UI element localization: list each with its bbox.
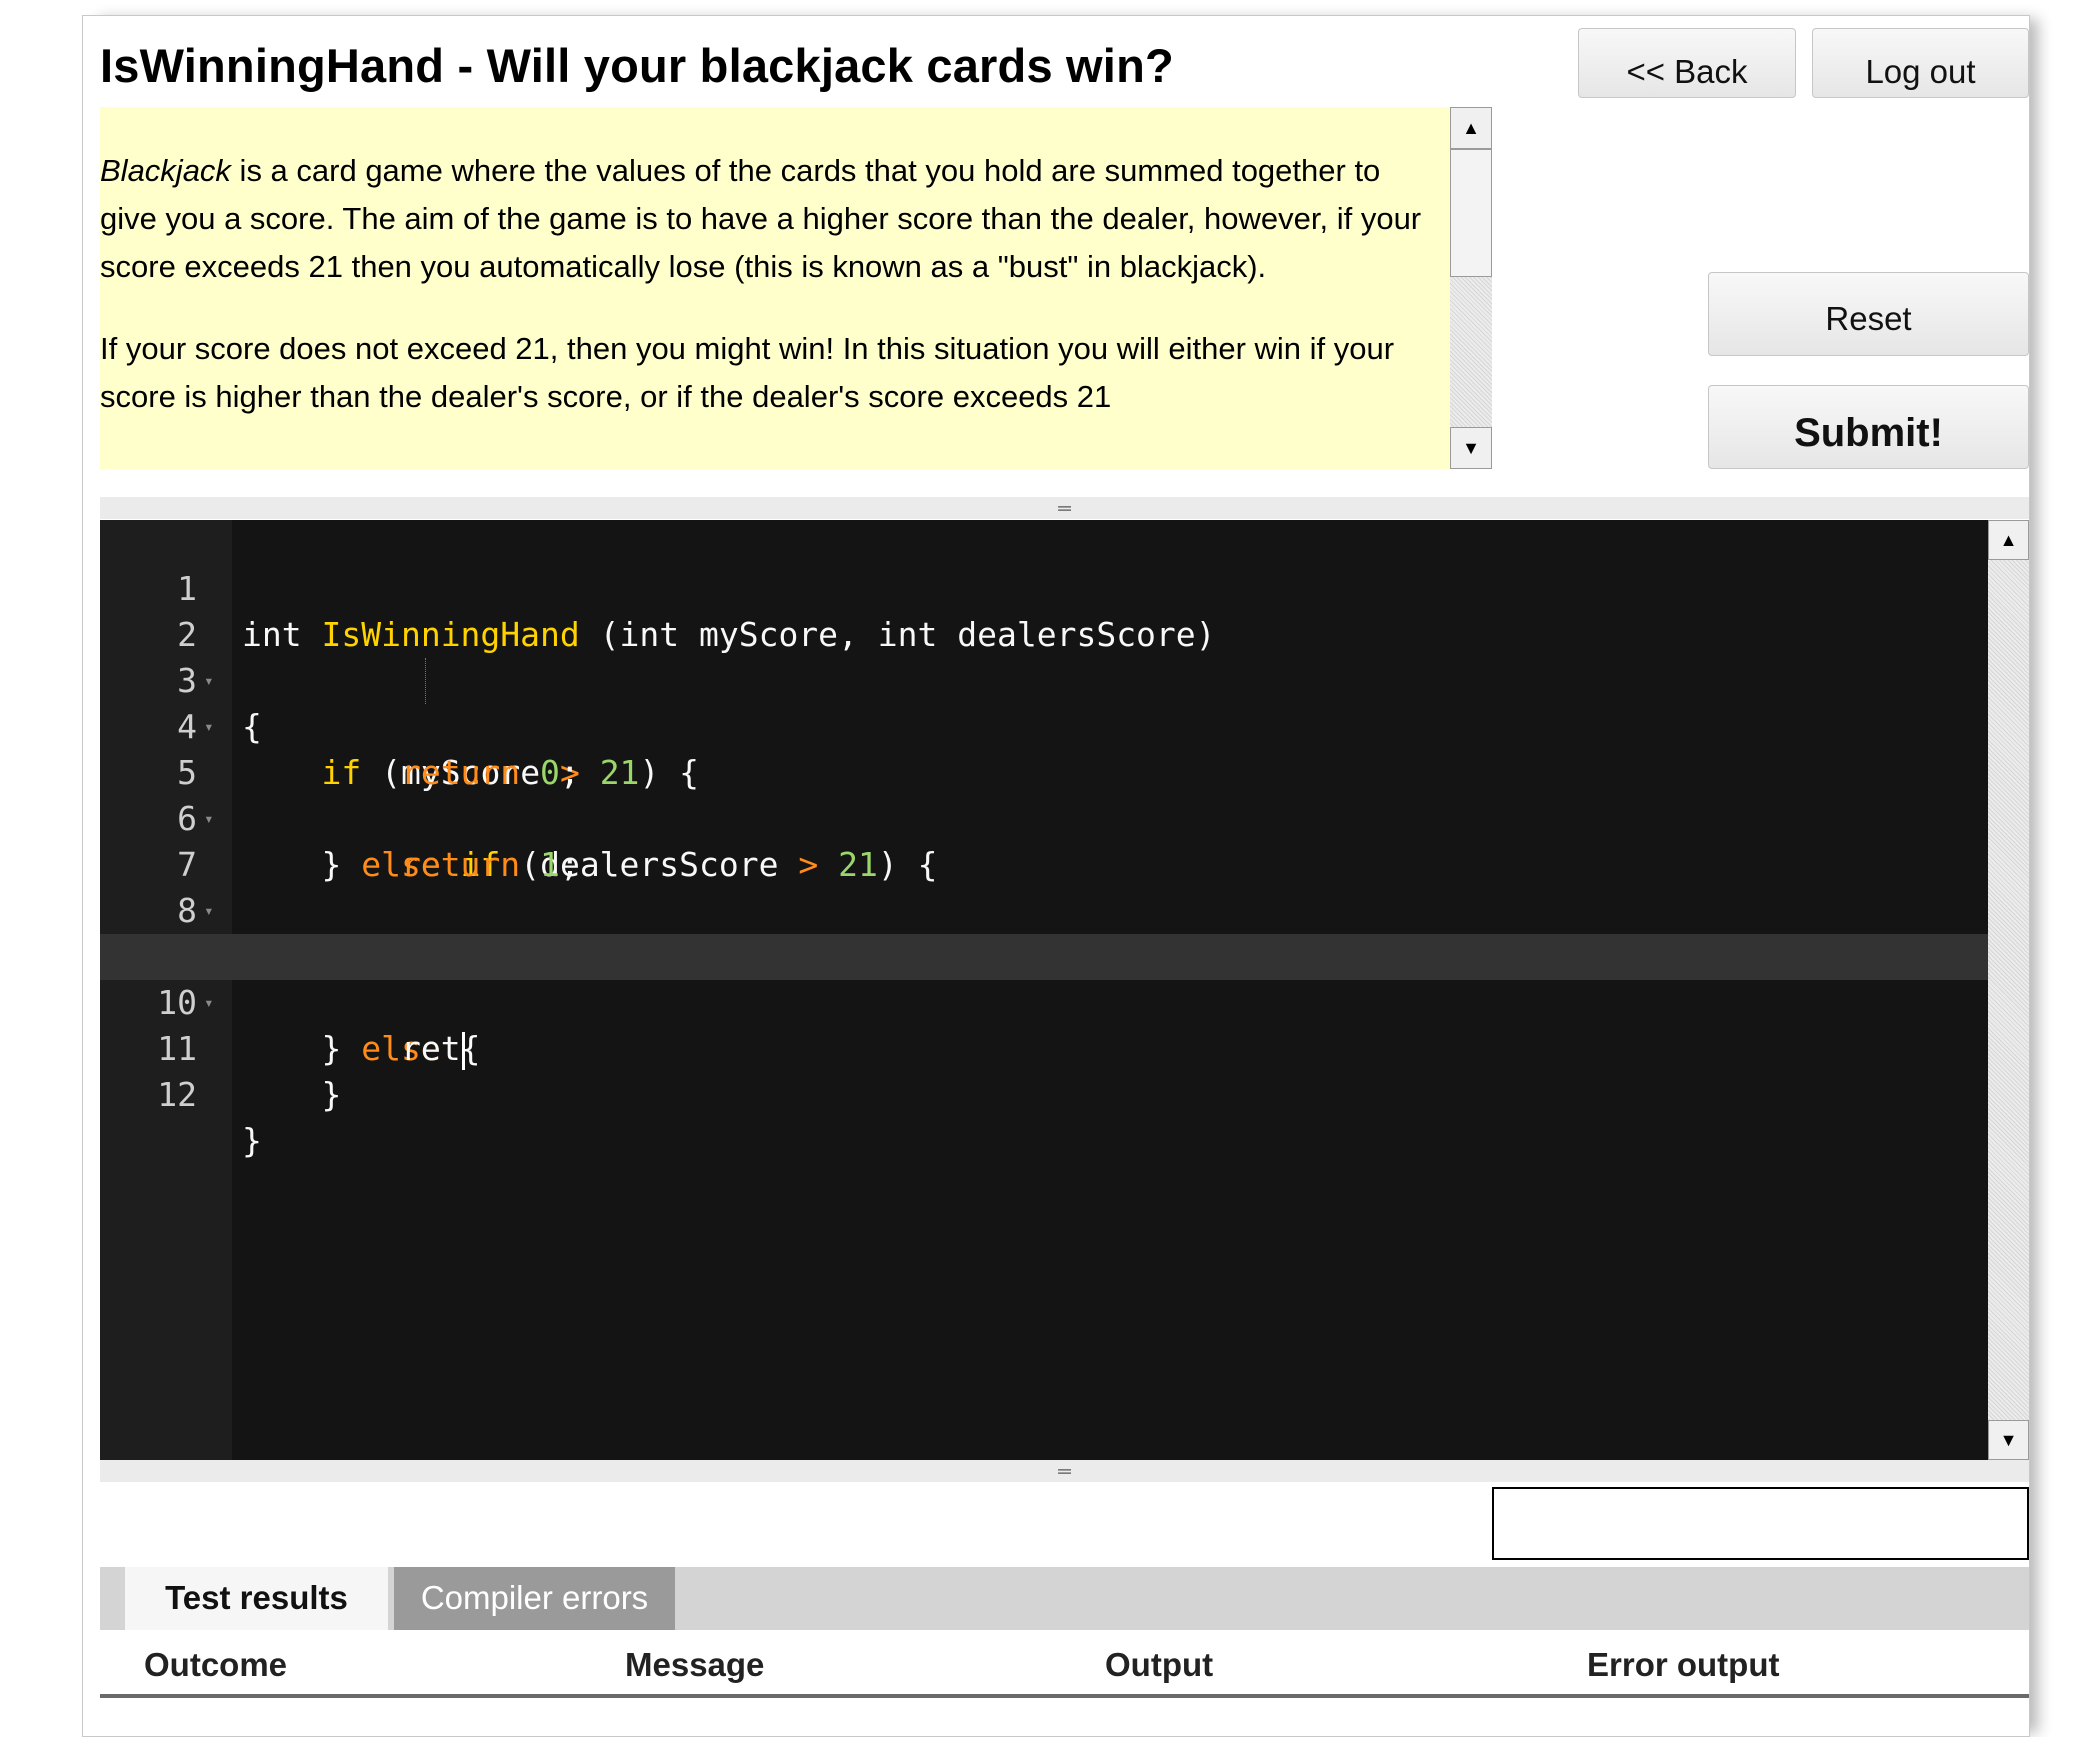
reset-button[interactable]: Reset — [1708, 272, 2029, 356]
code-editor[interactable]: 1 int IsWinningHand (int myScore, int de… — [100, 520, 1988, 1460]
page-title: IsWinningHand - Will your blackjack card… — [100, 39, 1174, 92]
column-header-message: Message — [625, 1646, 765, 1683]
description-paragraph-2: If your score does not exceed 21, then y… — [100, 331, 1395, 414]
tab-compiler-errors[interactable]: Compiler errors — [394, 1567, 675, 1630]
logout-button[interactable]: Log out — [1812, 28, 2029, 98]
editor-scrollbar[interactable]: ▲ ▼ — [1988, 520, 2029, 1460]
scroll-down-arrow-icon[interactable]: ▼ — [1988, 1420, 2029, 1460]
code-line[interactable]: 6 return 1; — [100, 750, 1988, 884]
scroll-down-arrow-icon[interactable]: ▼ — [1450, 427, 1492, 469]
scroll-up-arrow-icon[interactable]: ▲ — [1988, 520, 2029, 560]
line-number: 12 — [157, 1075, 197, 1114]
code-line[interactable]: 3 ▾ if (myScore > 21) { — [100, 612, 1988, 792]
status-box — [1492, 1487, 2029, 1560]
back-button[interactable]: << Back — [1578, 28, 1796, 98]
description-paragraph-1-text: is a card game where the values of the c… — [100, 153, 1422, 284]
editor-bottom-resize-handle[interactable]: ═ — [100, 1460, 2029, 1482]
results-tab-bar: Test results Compiler errors — [100, 1567, 2029, 1630]
code-line[interactable]: 2 ▾ { — [100, 566, 1988, 746]
scroll-up-arrow-icon[interactable]: ▲ — [1450, 107, 1492, 149]
code-line[interactable]: 1 int IsWinningHand (int myScore, int de… — [100, 520, 1988, 654]
code-line[interactable]: 12 } — [100, 1026, 1988, 1160]
problem-description[interactable]: Blackjack is a card game where the value… — [100, 107, 1492, 469]
editor-top-resize-handle[interactable]: ═ — [100, 497, 2029, 519]
column-header-error-output: Error output — [1587, 1646, 1780, 1683]
active-code-line[interactable]: 10 ret — [100, 934, 1988, 1070]
description-scroll-thumb[interactable] — [1450, 149, 1492, 277]
tab-test-results[interactable]: Test results — [125, 1567, 388, 1630]
code-line[interactable]: 4 return 0; — [100, 658, 1988, 792]
indent-guide — [425, 658, 426, 704]
column-header-outcome: Outcome — [144, 1646, 288, 1683]
results-table-header: Outcome Message Output Error output — [100, 1630, 2029, 1698]
code-area[interactable]: 1 int IsWinningHand (int myScore, int de… — [100, 520, 1988, 1160]
description-scrollbar[interactable]: ▲ ▼ — [1450, 107, 1492, 469]
blackjack-term: Blackjack — [100, 153, 231, 188]
column-header-output: Output — [1105, 1646, 1214, 1683]
code-line[interactable]: 8 return 1; — [100, 842, 1988, 976]
code-line[interactable]: 5 ▾ } else if (dealersScore > 21) { — [100, 704, 1988, 884]
submit-button[interactable]: Submit! — [1708, 385, 2029, 469]
code-line[interactable]: 9 ▾ } else { — [100, 888, 1988, 1068]
code-line[interactable]: 11 } — [100, 980, 1988, 1114]
description-paragraph-1: Blackjack is a card game where the value… — [100, 147, 1445, 291]
code-line[interactable]: 7 ▾ } else if (myScore > dealersScore) { — [100, 796, 1988, 976]
